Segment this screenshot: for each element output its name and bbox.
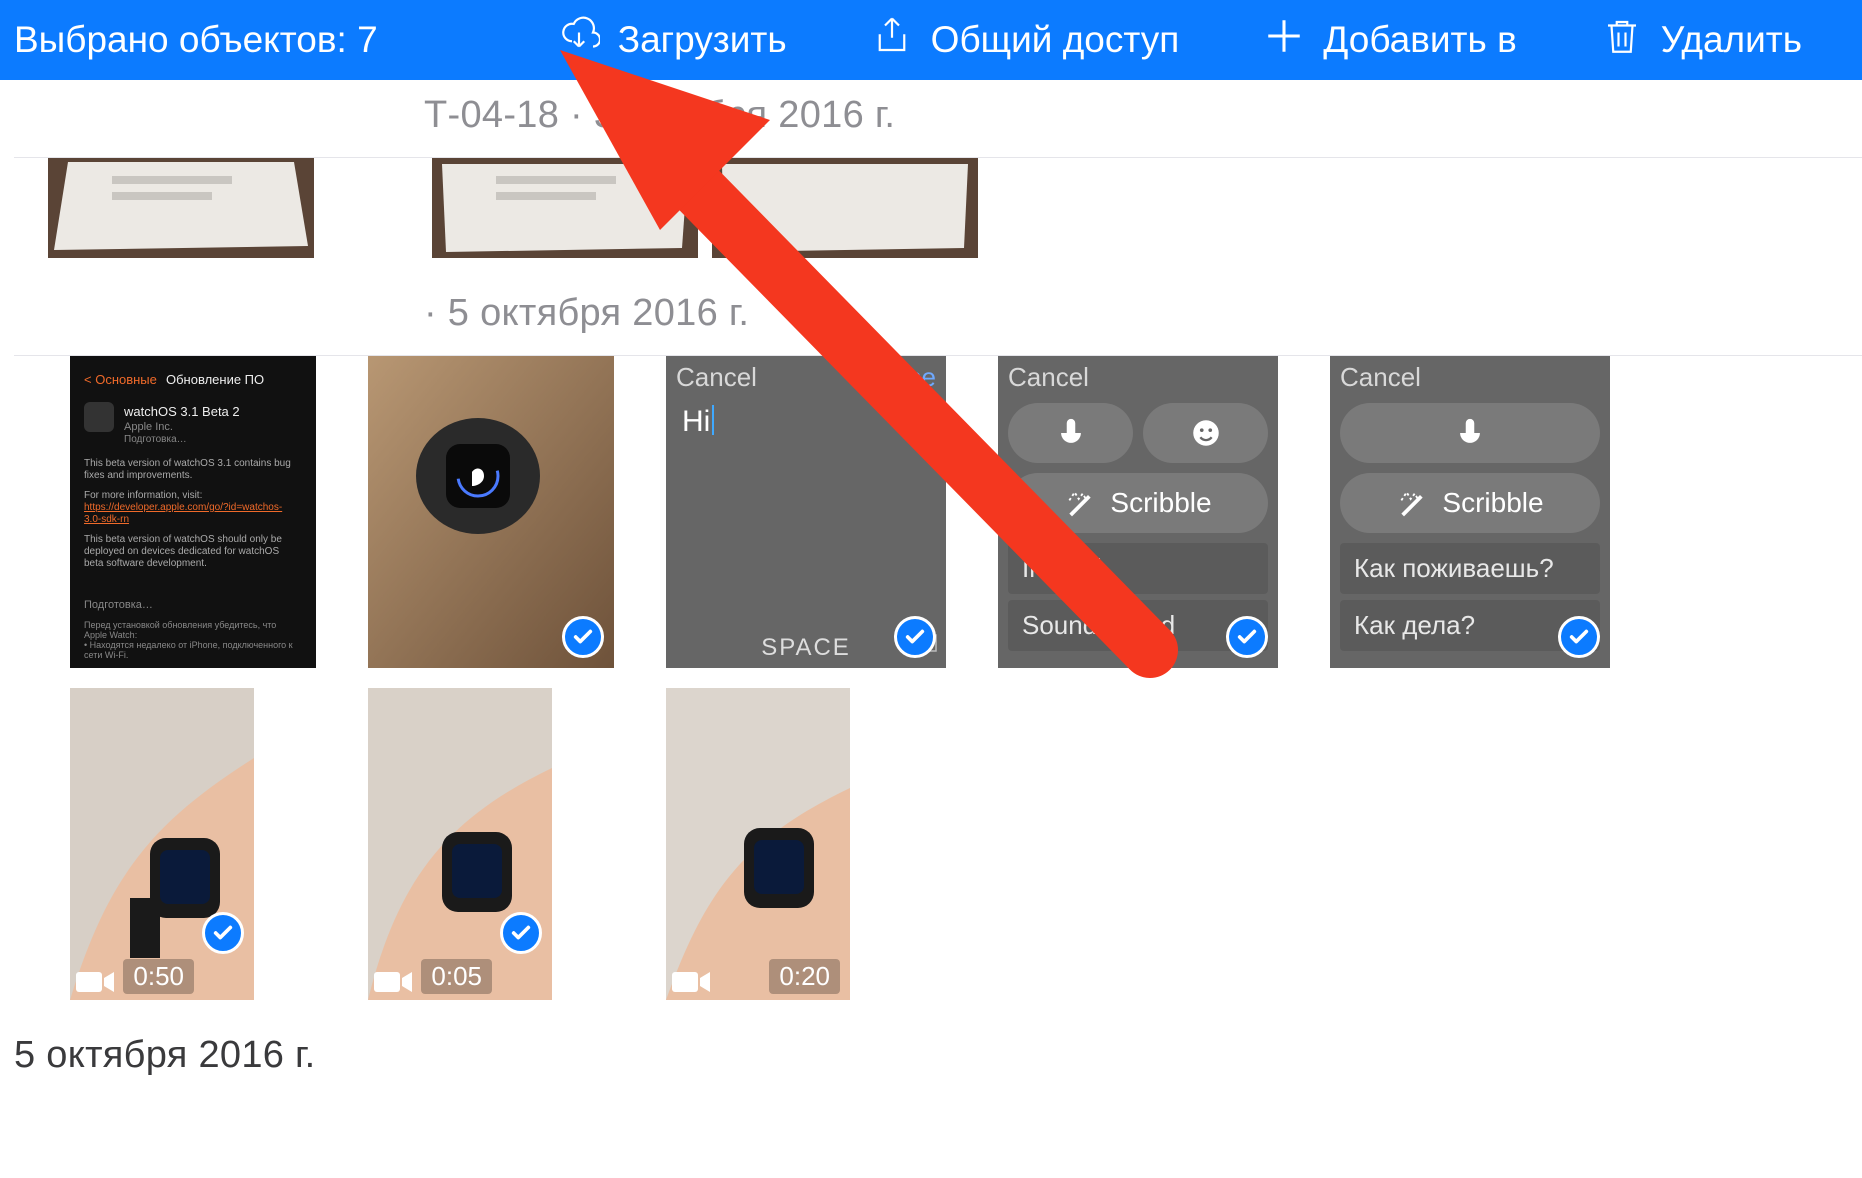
section-header-1: Т-04-18 · 3 октября 2016 г. bbox=[424, 80, 1862, 157]
hi-text: Hi bbox=[682, 405, 710, 438]
photo-row-2: < Основные Обновление ПО watchOS 3.1 Bet… bbox=[0, 356, 1862, 668]
suggestion-ru-1: Как поживаешь? bbox=[1340, 543, 1600, 594]
video-thumb[interactable]: 0:20 bbox=[666, 688, 850, 1000]
smiley-icon bbox=[1143, 403, 1268, 463]
selected-check-icon bbox=[500, 912, 542, 954]
plus-icon bbox=[1263, 15, 1305, 66]
video-thumb-selected[interactable]: 0:50 bbox=[70, 688, 254, 1000]
add-to-button[interactable]: Добавить в bbox=[1263, 15, 1516, 66]
video-duration: 0:05 bbox=[421, 959, 492, 994]
scribble-label: Scribble bbox=[1442, 487, 1543, 519]
photo-thumb-selected[interactable]: Cancel Scribble Как поживаешь? Как дела? bbox=[1330, 356, 1610, 668]
svg-text:3.0-sdk-rn: 3.0-sdk-rn bbox=[84, 514, 129, 525]
photo-thumb[interactable] bbox=[432, 158, 698, 258]
scribble-button: Scribble bbox=[1340, 473, 1600, 533]
download-cloud-icon bbox=[558, 15, 600, 66]
mic-icon bbox=[1340, 403, 1600, 463]
svg-text:Перед установкой обновления уб: Перед установкой обновления убедитесь, ч… bbox=[84, 620, 276, 630]
svg-text:< Основные: < Основные bbox=[84, 372, 157, 387]
section-header-2: · 5 октября 2016 г. bbox=[424, 278, 1862, 355]
cancel-label: Cancel bbox=[1340, 362, 1421, 393]
svg-text:Подготовка…: Подготовка… bbox=[84, 599, 153, 611]
photo-thumb-selected[interactable]: Cancel Scribble Indeed Sounds good bbox=[998, 356, 1278, 668]
share-icon bbox=[871, 15, 913, 66]
svg-text:fixes and improvements.: fixes and improvements. bbox=[84, 470, 192, 481]
suggestion-indeed: Indeed bbox=[1008, 543, 1268, 594]
download-label: Загрузить bbox=[618, 19, 787, 61]
photo-row-1 bbox=[0, 158, 1862, 258]
photo-thumb[interactable] bbox=[48, 158, 314, 258]
video-duration: 0:50 bbox=[123, 959, 194, 994]
scroll-indicator-icon bbox=[926, 396, 940, 432]
photo-thumb[interactable]: < Основные Обновление ПО watchOS 3.1 Bet… bbox=[70, 356, 316, 668]
trash-icon bbox=[1601, 15, 1643, 66]
svg-text:Обновление ПО: Обновление ПО bbox=[166, 372, 264, 387]
share-label: Общий доступ bbox=[931, 19, 1180, 61]
photo-thumb[interactable] bbox=[712, 158, 978, 258]
selected-check-icon bbox=[202, 912, 244, 954]
selection-count: Выбрано объектов: 7 bbox=[14, 19, 378, 61]
svg-text:Подготовка…: Подготовка… bbox=[124, 434, 187, 445]
download-button[interactable]: Загрузить bbox=[558, 15, 787, 66]
selected-check-icon bbox=[1226, 616, 1268, 658]
scribble-button: Scribble bbox=[1008, 473, 1268, 533]
video-icon bbox=[374, 970, 412, 994]
video-icon bbox=[76, 970, 114, 994]
svg-text:deployed on devices dedicated: deployed on devices dedicated for watchO… bbox=[84, 546, 279, 557]
selection-toolbar: Выбрано объектов: 7 Загрузить Общий дост… bbox=[0, 0, 1862, 80]
video-duration: 0:20 bbox=[769, 959, 840, 994]
video-icon bbox=[672, 970, 710, 994]
done-label: Done bbox=[874, 362, 936, 393]
svg-text:This beta version of watchOS s: This beta version of watchOS should only… bbox=[84, 534, 282, 545]
mic-icon bbox=[1008, 403, 1133, 463]
selected-check-icon bbox=[1558, 616, 1600, 658]
photo-row-3: 0:50 0:05 0:20 bbox=[0, 688, 1862, 1000]
svg-text:watchOS 3.1 Beta 2: watchOS 3.1 Beta 2 bbox=[123, 404, 240, 419]
scribble-label: Scribble bbox=[1110, 487, 1211, 519]
svg-text:https://developer.apple.com/go: https://developer.apple.com/go/?id=watch… bbox=[84, 502, 282, 513]
selected-check-icon bbox=[894, 616, 936, 658]
svg-text:This beta version of watchOS 3: This beta version of watchOS 3.1 contain… bbox=[84, 458, 291, 469]
photo-thumb-selected[interactable]: CancelDone Hi SPACE bbox=[666, 356, 946, 668]
cancel-label: Cancel bbox=[1008, 362, 1089, 393]
svg-text:Apple Watch:: Apple Watch: bbox=[84, 630, 137, 640]
delete-button[interactable]: Удалить bbox=[1601, 15, 1802, 66]
video-thumb-selected[interactable]: 0:05 bbox=[368, 688, 552, 1000]
delete-label: Удалить bbox=[1661, 19, 1802, 61]
selected-check-icon bbox=[562, 616, 604, 658]
share-button[interactable]: Общий доступ bbox=[871, 15, 1180, 66]
svg-text:сети Wi-Fi.: сети Wi-Fi. bbox=[84, 650, 128, 660]
svg-text:Apple Inc.: Apple Inc. bbox=[124, 421, 173, 433]
add-label: Добавить в bbox=[1323, 19, 1516, 61]
svg-text:• Находятся недалеко от iPhone: • Находятся недалеко от iPhone, подключе… bbox=[84, 640, 293, 650]
cancel-label: Cancel bbox=[676, 362, 757, 393]
svg-text:beta software development.: beta software development. bbox=[84, 558, 207, 569]
svg-text:For more information, visit:: For more information, visit: bbox=[84, 490, 202, 501]
section-header-bottom: 5 октября 2016 г. bbox=[14, 1020, 1862, 1097]
photo-thumb-selected[interactable] bbox=[368, 356, 614, 668]
